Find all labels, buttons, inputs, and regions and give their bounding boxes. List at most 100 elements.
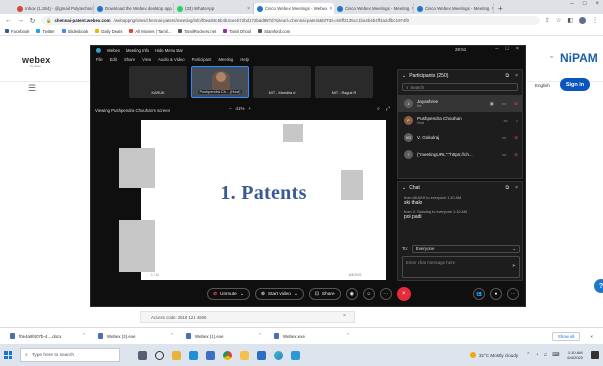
bookmark[interactable]: All Movies | Tamil... xyxy=(129,29,171,34)
start-video-button[interactable]: ⊗ Start video ⌄ xyxy=(254,288,304,300)
bookmark[interactable]: Twitter xyxy=(36,29,55,34)
close-icon[interactable]: × xyxy=(595,1,599,7)
chevron-up-icon[interactable]: ⌃ xyxy=(170,333,174,339)
menu-participant[interactable]: Participant xyxy=(192,57,212,62)
participant-row[interactable]: J Jayashree Me ▣ ▭ ⊘ xyxy=(398,95,522,112)
popout-icon[interactable]: ⧉ xyxy=(506,73,510,79)
record-button[interactable]: ◉ xyxy=(345,288,358,300)
new-tab-button[interactable]: + xyxy=(494,3,507,14)
show-all-button[interactable]: Show all xyxy=(551,331,581,341)
menu-file[interactable]: File xyxy=(96,57,103,62)
hamburger-icon[interactable]: ☰ xyxy=(28,83,36,94)
keyboard-icon[interactable]: ⌨ xyxy=(552,352,559,358)
menu-view[interactable]: View xyxy=(142,57,151,62)
hide-menu-bar-link[interactable]: Hide Menu Bar xyxy=(155,48,183,53)
browser-tab[interactable]: (33) WhatsApp × xyxy=(174,3,254,14)
unmute-button[interactable]: ⊘ Unmute ⌄ xyxy=(207,288,250,300)
chat-recipient-select[interactable]: Everyone ⌄ xyxy=(411,244,520,253)
close-icon[interactable]: × xyxy=(515,185,518,191)
language-select[interactable]: English xyxy=(535,83,550,88)
participant-row[interactable]: ? {"meetingURL":"https://ch... ▭ ⊘ xyxy=(398,146,522,163)
notification-icon[interactable] xyxy=(591,351,599,359)
zoom-in-button[interactable]: + xyxy=(249,106,252,111)
share-icon[interactable]: ⇪ xyxy=(545,17,550,24)
more-options-button[interactable]: ⋯ xyxy=(379,288,392,300)
bookmark[interactable]: Facebook xyxy=(5,29,29,34)
more-panels-button[interactable]: ⋯ xyxy=(507,288,519,300)
taskbar-clock[interactable]: 1:10 AM 6/4/2022 xyxy=(567,350,583,360)
maximize-icon[interactable]: □ xyxy=(505,46,508,52)
menu-icon[interactable]: ⋮ xyxy=(592,17,598,24)
download-item[interactable]: Webex (1).exe ⌃ xyxy=(186,333,262,339)
participant-search-input[interactable]: ⌕ Search xyxy=(402,83,518,91)
meeting-app-icon[interactable] xyxy=(291,350,300,360)
chevron-up-icon[interactable]: ⌃ xyxy=(346,333,350,339)
maximize-icon[interactable]: □ xyxy=(583,1,587,7)
network-icon[interactable]: ◔ xyxy=(535,352,538,358)
store-icon[interactable] xyxy=(206,350,215,360)
chat-toggle-button[interactable]: ● xyxy=(490,288,502,300)
zoom-level[interactable]: 41% xyxy=(236,106,245,111)
volume-icon[interactable]: ♫ xyxy=(543,352,547,358)
fullscreen-icon[interactable]: ⤢ xyxy=(386,106,390,112)
send-icon[interactable]: ➤ xyxy=(512,263,516,269)
windows-start-icon[interactable] xyxy=(4,351,12,359)
menu-audio-video[interactable]: Audio & Video xyxy=(158,57,184,62)
help-button[interactable]: ? xyxy=(594,279,603,293)
popout-icon[interactable]: ⧉ xyxy=(506,185,510,191)
bookmark[interactable]: Tamil Dhool xyxy=(223,29,251,34)
annotate-icon[interactable]: ⌕ xyxy=(377,106,380,112)
taskbar-search-input[interactable]: ⌕ Type here to search xyxy=(20,348,120,362)
chevron-down-icon[interactable]: ⌄ xyxy=(402,73,406,79)
close-icon[interactable]: × xyxy=(329,6,332,12)
close-icon[interactable]: × xyxy=(247,6,250,12)
close-icon[interactable]: × xyxy=(343,313,346,319)
browser-tab[interactable]: Cisco Webex Meetings - Meeting × xyxy=(414,3,494,14)
menu-help[interactable]: Help xyxy=(240,57,249,62)
chevron-up-icon[interactable]: ⌃ xyxy=(82,333,86,339)
browser-tab-active[interactable]: Cisco Webex Meetings - Webex × xyxy=(254,3,334,14)
close-icon[interactable]: × xyxy=(515,73,518,79)
chevron-up-icon[interactable]: ⌃ xyxy=(258,333,262,339)
video-thumbnail[interactable]: KARUK xyxy=(129,66,187,98)
browser-tab[interactable]: Inbox (1,264) - @gmail Polytechnic× xyxy=(14,3,94,14)
bookmark[interactable]: Stamford.com xyxy=(258,29,290,34)
participant-row[interactable]: VG V. Gokulraj ▭ ⊘ xyxy=(398,129,522,146)
reload-icon[interactable]: ↻ xyxy=(29,17,36,25)
bookmark[interactable]: Slidesbook xyxy=(61,29,88,34)
forward-icon[interactable]: → xyxy=(17,17,24,24)
participant-row[interactable]: P Pushpendra Chouhan Host ▭ ♪ xyxy=(398,112,522,129)
minimize-icon[interactable]: – xyxy=(495,46,498,52)
download-item[interactable]: Webex (2).exe ⌃ xyxy=(98,333,174,339)
task-view-icon[interactable] xyxy=(138,350,147,360)
menu-edit[interactable]: Edit xyxy=(110,57,117,62)
folder-icon[interactable] xyxy=(240,350,249,360)
chat-message-input[interactable]: Enter chat message here ➤ xyxy=(402,256,520,278)
download-item[interactable]: f0e4a9f407b-4....docx ⌃ xyxy=(10,333,86,339)
close-icon[interactable]: × xyxy=(590,334,593,339)
browser-tab[interactable]: Cisco Webex Meetings - Meeting × xyxy=(334,3,414,14)
participants-toggle-button[interactable]: 👥 xyxy=(473,288,485,300)
edge-icon[interactable] xyxy=(189,350,198,360)
download-item[interactable]: Webex.exe ⌃ xyxy=(274,333,350,339)
leave-meeting-button[interactable]: × xyxy=(396,287,411,301)
sign-in-button[interactable]: Sign in xyxy=(560,78,590,91)
minimize-icon[interactable]: – xyxy=(571,1,574,7)
zoom-out-button[interactable]: – xyxy=(229,106,232,111)
bookmark[interactable]: TamilRockers.net xyxy=(178,29,216,34)
close-icon[interactable]: × xyxy=(516,46,519,52)
bookmark[interactable]: Daily Deals xyxy=(95,29,122,34)
chevron-down-icon[interactable]: ⌄ xyxy=(402,185,406,191)
explorer-icon[interactable] xyxy=(172,350,181,360)
cortana-icon[interactable] xyxy=(155,350,164,360)
star-icon[interactable]: ☆ xyxy=(556,17,561,24)
extensions-icon[interactable]: ◧ xyxy=(567,17,573,24)
url-input[interactable]: 🔒 chennai-patent.webex.com/webappng/site… xyxy=(41,16,540,25)
weather-widget[interactable]: 32°C Mostly cloudy xyxy=(469,352,518,358)
mic-muted-icon[interactable]: ⊘ xyxy=(514,101,518,107)
profile-avatar[interactable] xyxy=(579,17,586,24)
video-thumbnail[interactable]: MIT - Raguk R xyxy=(315,66,373,98)
reactions-button[interactable]: ☺ xyxy=(362,288,375,300)
share-button[interactable]: ⊡ Share xyxy=(308,288,341,300)
chevron-up-icon[interactable]: ⌃ xyxy=(526,352,530,358)
